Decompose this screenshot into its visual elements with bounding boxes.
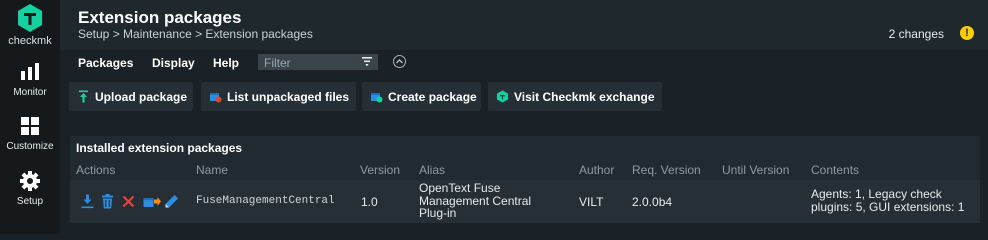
contents-line: plugins: 5, GUI extensions: 1 [811,200,965,214]
download-icon[interactable] [80,194,95,209]
checkmk-logo-icon [18,4,42,32]
checkmk-logo[interactable]: checkmk [0,0,60,52]
menu-help[interactable]: Help [213,56,239,70]
setup-gear-icon [20,171,40,191]
list-unpackaged-files-button[interactable]: List unpackaged files [201,82,356,111]
create-package-button[interactable]: Create package [362,82,481,111]
sidebar-item-customize[interactable]: Customize [0,115,60,165]
filter-icon[interactable] [362,57,372,66]
sidebar: checkmk Monitor Customize Setup [0,0,60,234]
column-header-req-version[interactable]: Req. Version [632,163,701,177]
package-name: FuseManagementCentral [196,195,335,207]
sidebar-item-label: Customize [6,141,54,152]
filter-box[interactable] [258,54,378,71]
column-header-alias[interactable]: Alias [419,163,445,177]
upload-package-button[interactable]: Upload package [69,82,193,111]
page-menu-bar: Packages Display Help [60,51,988,75]
package-req-version: 2.0.0b4 [632,195,673,209]
pending-changes-link[interactable]: 2 changes [889,27,944,41]
delete-icon[interactable] [100,194,115,209]
table-title: Installed extension packages [76,141,243,155]
table-row: FuseManagementCentral 1.0 OpenText Fuse … [70,180,980,223]
button-label: Upload package [95,90,188,104]
sidebar-item-label: Monitor [13,87,47,98]
breadcrumb[interactable]: Setup > Maintenance > Extension packages [78,27,313,41]
column-header-actions: Actions [76,163,116,177]
toggle-shortcuts-button[interactable] [393,55,406,68]
package-alias: OpenText Fuse Management Central Plug-in [419,182,531,220]
column-header-version[interactable]: Version [360,163,400,177]
release-icon[interactable] [143,194,161,209]
warning-icon[interactable]: ! [960,26,974,40]
upload-icon [79,90,88,103]
visit-checkmk-exchange-button[interactable]: Visit Checkmk exchange [488,82,662,111]
edit-icon[interactable] [164,194,179,209]
alias-line: OpenText Fuse [419,181,501,195]
column-header-author[interactable]: Author [579,163,614,177]
package-contents: Agents: 1, Legacy check plugins: 5, GUI … [811,188,964,214]
checkmk-exchange-icon [497,90,508,103]
page-title: Extension packages [78,8,242,27]
sidebar-item-monitor[interactable]: Monitor [0,61,60,111]
column-header-contents[interactable]: Contents [811,163,859,177]
chevron-up-icon [396,59,403,64]
button-label: List unpackaged files [227,90,350,104]
menu-packages[interactable]: Packages [78,56,133,70]
button-label: Visit Checkmk exchange [514,90,655,104]
menu-display[interactable]: Display [152,56,195,70]
package-author: VILT [579,195,604,209]
page-header: Extension packages Setup > Maintenance >… [60,0,988,50]
column-header-name[interactable]: Name [196,163,228,177]
logo-text: checkmk [8,35,52,47]
remove-icon[interactable] [121,194,136,209]
button-label: Create package [388,90,477,104]
filter-input[interactable] [264,55,359,71]
package-version: 1.0 [361,195,378,209]
create-package-icon [371,93,383,103]
sidebar-item-label: Setup [16,196,44,207]
sidebar-item-setup[interactable]: Setup [0,170,60,220]
monitor-icon [21,63,39,80]
customize-icon [21,117,39,135]
installed-packages-table: Installed extension packages Actions Nam… [70,136,980,223]
alias-line: Plug-in [419,206,457,220]
column-header-until-version[interactable]: Until Version [722,163,789,177]
unpackaged-files-icon [210,93,222,103]
